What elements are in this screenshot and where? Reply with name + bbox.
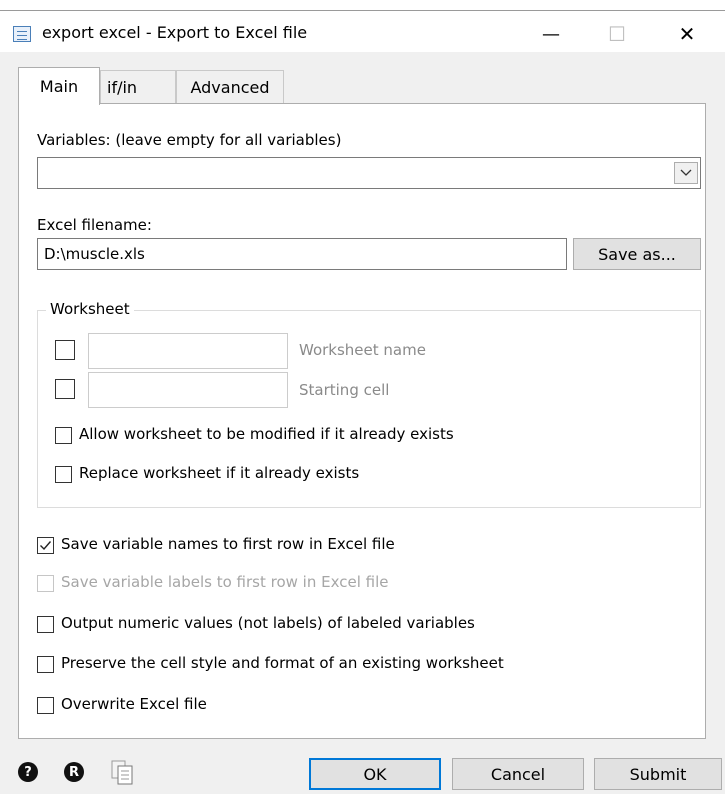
tab-main[interactable]: Main [18,67,100,105]
allow-modify-label: Allow worksheet to be modified if it alr… [79,425,454,443]
checkmark-icon [40,541,52,551]
output-numeric-checkbox[interactable] [37,616,54,633]
save-as-button[interactable]: Save as... [573,238,701,270]
worksheet-name-checkbox[interactable] [55,340,75,360]
tab-if-in[interactable]: if/in [100,70,176,104]
help-icon[interactable]: ? [18,762,38,782]
overwrite-label: Overwrite Excel file [61,695,207,713]
app-dialog-icon [13,26,31,42]
variables-combobox[interactable] [37,157,701,189]
allow-modify-checkbox[interactable] [55,427,72,444]
preserve-style-label: Preserve the cell style and format of an… [61,654,504,672]
preserve-style-checkbox[interactable] [37,656,54,673]
save-varnames-checkbox[interactable] [37,537,54,554]
starting-cell-label: Starting cell [299,381,390,399]
worksheet-name-input[interactable] [88,333,288,369]
cancel-button[interactable]: Cancel [452,758,584,790]
worksheet-group-title: Worksheet [46,300,134,318]
starting-cell-checkbox[interactable] [55,379,75,399]
close-button[interactable]: ✕ [664,20,710,48]
window-title: export excel - Export to Excel file [42,23,308,42]
save-varlabels-label: Save variable labels to first row in Exc… [61,573,389,591]
starting-cell-input[interactable] [88,372,288,408]
save-varnames-label: Save variable names to first row in Exce… [61,535,395,553]
minimize-button[interactable]: — [528,20,574,48]
overwrite-checkbox[interactable] [37,697,54,714]
copy-icon[interactable] [108,759,138,786]
variables-label: Variables: (leave empty for all variable… [37,131,342,149]
replace-worksheet-label: Replace worksheet if it already exists [79,464,360,482]
ok-button[interactable]: OK [309,758,441,790]
chevron-down-icon[interactable] [674,162,698,184]
excel-filename-label: Excel filename: [37,216,152,234]
save-varlabels-checkbox[interactable] [37,575,54,592]
output-numeric-label: Output numeric values (not labels) of la… [61,614,475,632]
replace-worksheet-checkbox[interactable] [55,466,72,483]
submit-button[interactable]: Submit [594,758,722,790]
tab-advanced[interactable]: Advanced [176,70,284,104]
maximize-button[interactable]: ☐ [594,20,640,48]
excel-filename-input[interactable]: D:\muscle.xls [37,238,567,270]
worksheet-name-label: Worksheet name [299,341,426,359]
reset-icon[interactable]: R [64,762,84,782]
